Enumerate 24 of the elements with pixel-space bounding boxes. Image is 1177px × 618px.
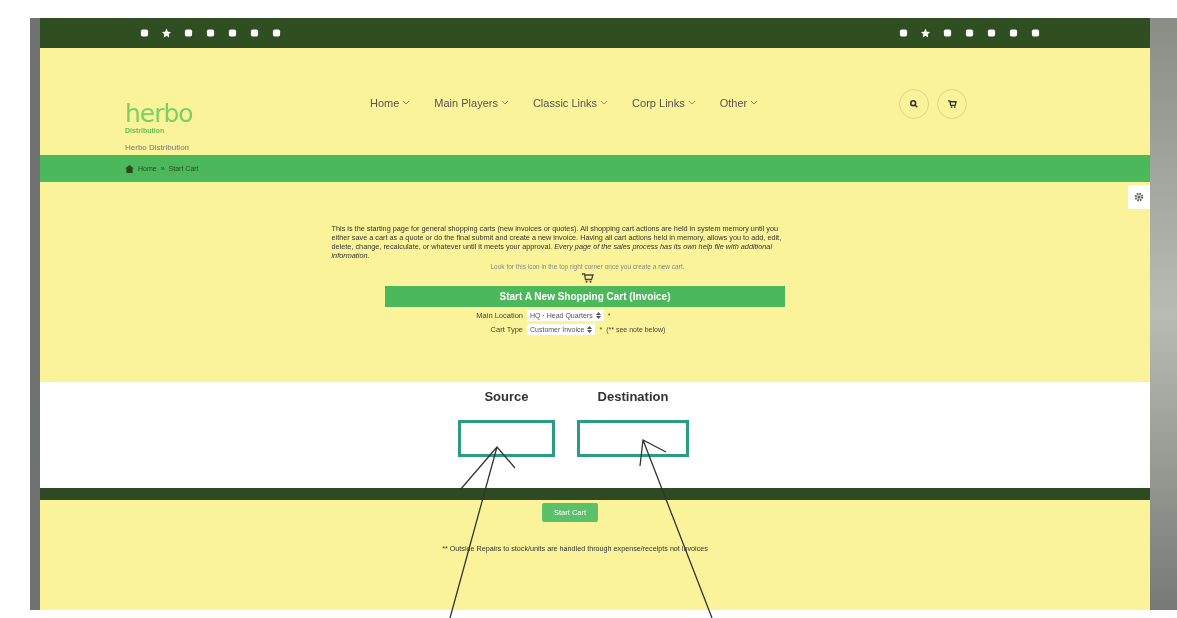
panel-title: Start A New Shopping Cart (Invoice) (385, 286, 785, 307)
caret-icon (751, 101, 758, 105)
cart-icon (581, 273, 594, 283)
up-down-arrows-icon (587, 326, 593, 333)
settings-icon (1134, 192, 1144, 202)
caret-icon (403, 101, 410, 105)
nav-menu-item[interactable]: Home (370, 96, 410, 110)
star-icon[interactable] (162, 28, 171, 38)
search-icon (910, 100, 919, 108)
up-down-arrows-icon (595, 312, 601, 319)
caret-icon (688, 101, 695, 105)
nav-menu-item[interactable]: Classic Links (532, 96, 608, 110)
caret-icon (601, 101, 608, 105)
home-icon (125, 164, 134, 173)
annotation-label: Source (484, 389, 529, 404)
nav-menu-item[interactable]: Main Players (434, 96, 508, 110)
nav-menu-item[interactable]: Other (719, 96, 758, 110)
site-name: Herbo Distribution (125, 143, 191, 152)
caret-icon (501, 101, 508, 105)
star-icon[interactable] (921, 28, 930, 38)
settings-button[interactable] (1128, 185, 1150, 209)
annotation-label: Destination (597, 389, 669, 404)
nav-menu-item[interactable]: Corp Links (632, 96, 695, 110)
cart-icon (947, 100, 957, 108)
